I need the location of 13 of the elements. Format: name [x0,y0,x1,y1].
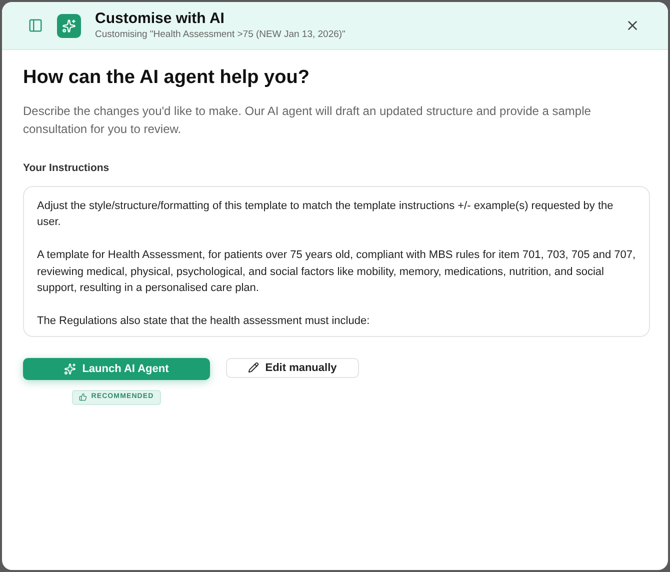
dialog-title: Customise with AI [95,10,226,29]
sparkle-icon [57,14,81,38]
heading: How can the AI agent help you? [23,66,310,90]
thumbs-up-icon [79,393,88,402]
dialog-subtitle: Customising "Health Assessment >75 (NEW Jan 13, 2026)" [95,28,346,41]
pencil-icon [248,362,260,374]
instructions-label: Your Instructions [23,161,110,176]
sidebar-toggle-icon[interactable] [28,18,43,33]
edit-manually-button[interactable]: Edit manually [226,358,359,378]
close-button[interactable] [625,18,640,33]
instructions-field[interactable]: Adjust the style/structure/formatting of this template to match the template instructions +/- example(s) requested by the user. A template for Health Assessment, for patients over 75 years old, compliant with MBS rules for item 701, 703, 705 and 707, reviewing medical, physical, psychological, and social factors like mobility, memory, medications, nutrition, and social support, resulting in a personalised care plan. The Regulations also state that the health assessment must include: [23,186,650,337]
description: Describe the changes you'd like to make. Our AI agent will draft an updated structure and provide a sample consultation for you to review. [23,103,592,138]
sparkle-icon [64,362,76,375]
